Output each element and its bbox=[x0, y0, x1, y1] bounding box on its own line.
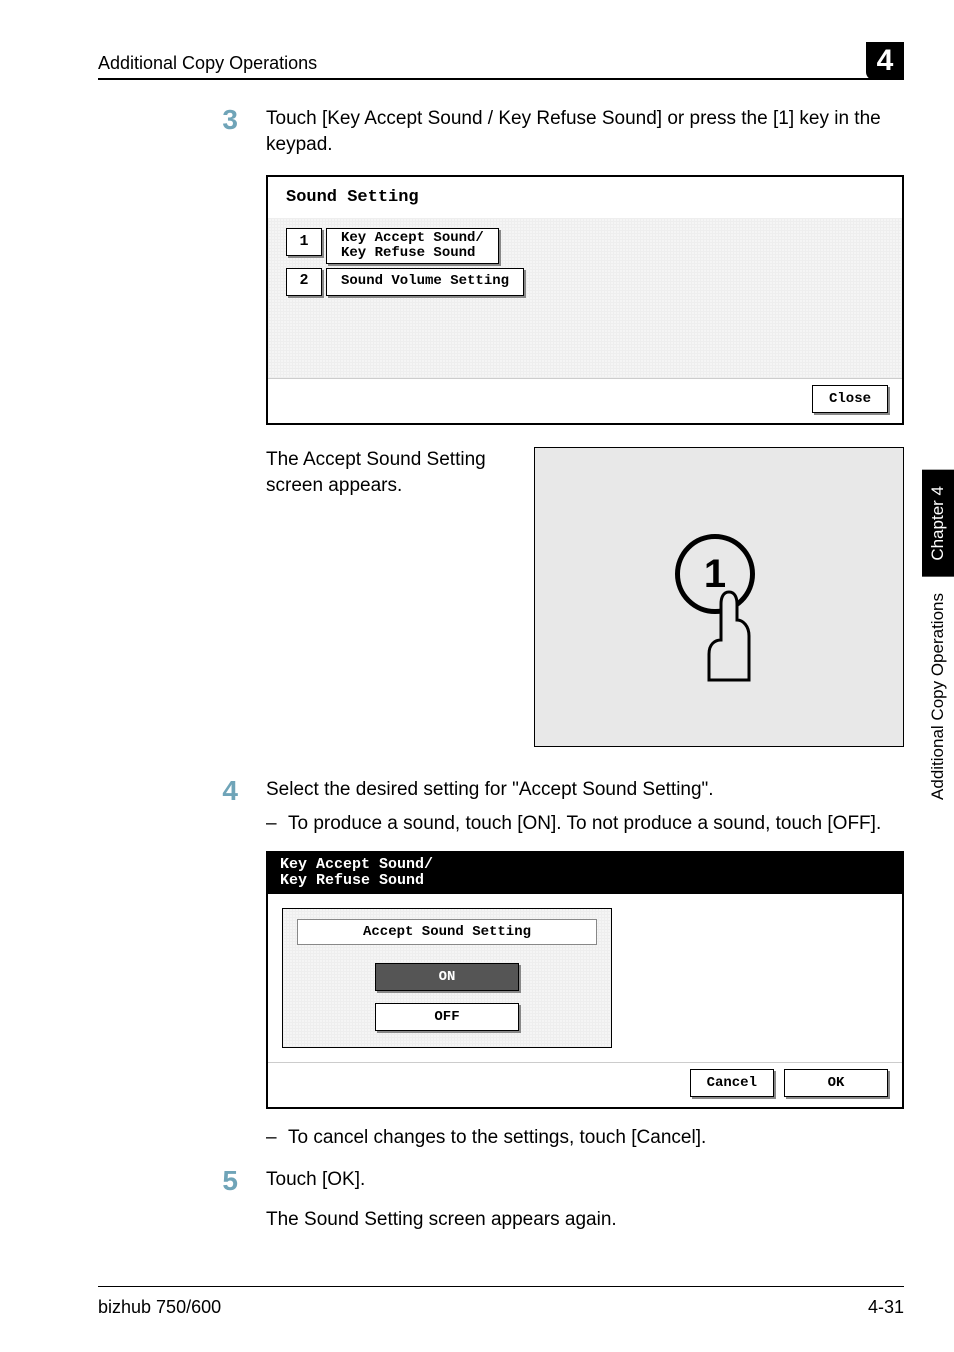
chapter-badge: 4 bbox=[866, 42, 904, 80]
step-3-body: Touch [Key Accept Sound / Key Refuse Sou… bbox=[266, 106, 904, 747]
screen2-footer: Cancel OK bbox=[268, 1062, 902, 1107]
screen2-right bbox=[636, 894, 902, 1063]
menu-key-accept-refuse-sound[interactable]: Key Accept Sound/ Key Refuse Sound bbox=[326, 228, 499, 263]
step-4-text: Select the desired setting for "Accept S… bbox=[266, 777, 904, 803]
on-button[interactable]: ON bbox=[375, 963, 519, 991]
menu-sound-volume-setting[interactable]: Sound Volume Setting bbox=[326, 268, 524, 296]
screen2-body: Accept Sound Setting ON OFF bbox=[268, 894, 902, 1063]
step-5: 5 Touch [OK]. The Sound Setting screen a… bbox=[98, 1167, 904, 1232]
step-4-dash-2: To cancel changes to the settings, touch… bbox=[266, 1125, 904, 1151]
screen-accept-sound-setting: Key Accept Sound/ Key Refuse Sound Accep… bbox=[266, 851, 904, 1110]
page-footer: bizhub 750/600 4-31 bbox=[98, 1286, 904, 1318]
screen2-left: Accept Sound Setting ON OFF bbox=[268, 894, 636, 1063]
step-4-number: 4 bbox=[98, 777, 266, 1151]
step-5-number: 5 bbox=[98, 1167, 266, 1232]
step-4-body: Select the desired setting for "Accept S… bbox=[266, 777, 904, 1151]
footer-left: bizhub 750/600 bbox=[98, 1297, 221, 1318]
ok-button[interactable]: OK bbox=[784, 1069, 888, 1097]
step-3-number: 3 bbox=[98, 106, 266, 747]
caption-after-screen1: The Accept Sound Setting screen appears. bbox=[266, 447, 518, 747]
step-3: 3 Touch [Key Accept Sound / Key Refuse S… bbox=[98, 106, 904, 747]
close-button[interactable]: Close bbox=[812, 385, 888, 413]
step-3-text: Touch [Key Accept Sound / Key Refuse Sou… bbox=[266, 106, 904, 157]
side-tab-chapter: Chapter 4 bbox=[922, 470, 954, 577]
running-head-text: Additional Copy Operations bbox=[98, 53, 317, 74]
panel-buttons: ON OFF bbox=[297, 963, 597, 1031]
screen2-header: Key Accept Sound/ Key Refuse Sound bbox=[268, 853, 902, 894]
screen1-footer: Close bbox=[268, 378, 902, 423]
menu-2-number: 2 bbox=[286, 268, 322, 296]
step-4-dash-1: To produce a sound, touch [ON]. To not p… bbox=[266, 811, 904, 837]
side-tab-section: Additional Copy Operations bbox=[922, 577, 954, 816]
menu-1-number: 1 bbox=[286, 228, 322, 256]
menu-row-1: 1 Key Accept Sound/ Key Refuse Sound bbox=[286, 228, 884, 263]
finger-icon bbox=[703, 590, 755, 682]
running-head: Additional Copy Operations 4 bbox=[98, 36, 904, 80]
caption-illus-row: The Accept Sound Setting screen appears.… bbox=[266, 447, 904, 747]
screen1-title: Sound Setting bbox=[268, 177, 902, 218]
side-tab: Chapter 4 Additional Copy Operations bbox=[922, 470, 954, 816]
menu-row-2: 2 Sound Volume Setting bbox=[286, 268, 884, 296]
keypad-illustration: 1 bbox=[534, 447, 904, 747]
panel-accept-sound: Accept Sound Setting ON OFF bbox=[282, 908, 612, 1049]
off-button[interactable]: OFF bbox=[375, 1003, 519, 1031]
cancel-button[interactable]: Cancel bbox=[690, 1069, 774, 1097]
step-4: 4 Select the desired setting for "Accept… bbox=[98, 777, 904, 1151]
panel-title: Accept Sound Setting bbox=[297, 919, 597, 946]
step-5-text1: Touch [OK]. bbox=[266, 1167, 904, 1193]
screen-sound-setting: Sound Setting 1 Key Accept Sound/ Key Re… bbox=[266, 175, 904, 425]
screen1-body: 1 Key Accept Sound/ Key Refuse Sound 2 S… bbox=[268, 218, 902, 378]
step-5-text2: The Sound Setting screen appears again. bbox=[266, 1207, 904, 1233]
page: Additional Copy Operations 4 3 Touch [Ke… bbox=[0, 0, 954, 1352]
footer-right: 4-31 bbox=[868, 1297, 904, 1318]
step-5-body: Touch [OK]. The Sound Setting screen app… bbox=[266, 1167, 904, 1232]
